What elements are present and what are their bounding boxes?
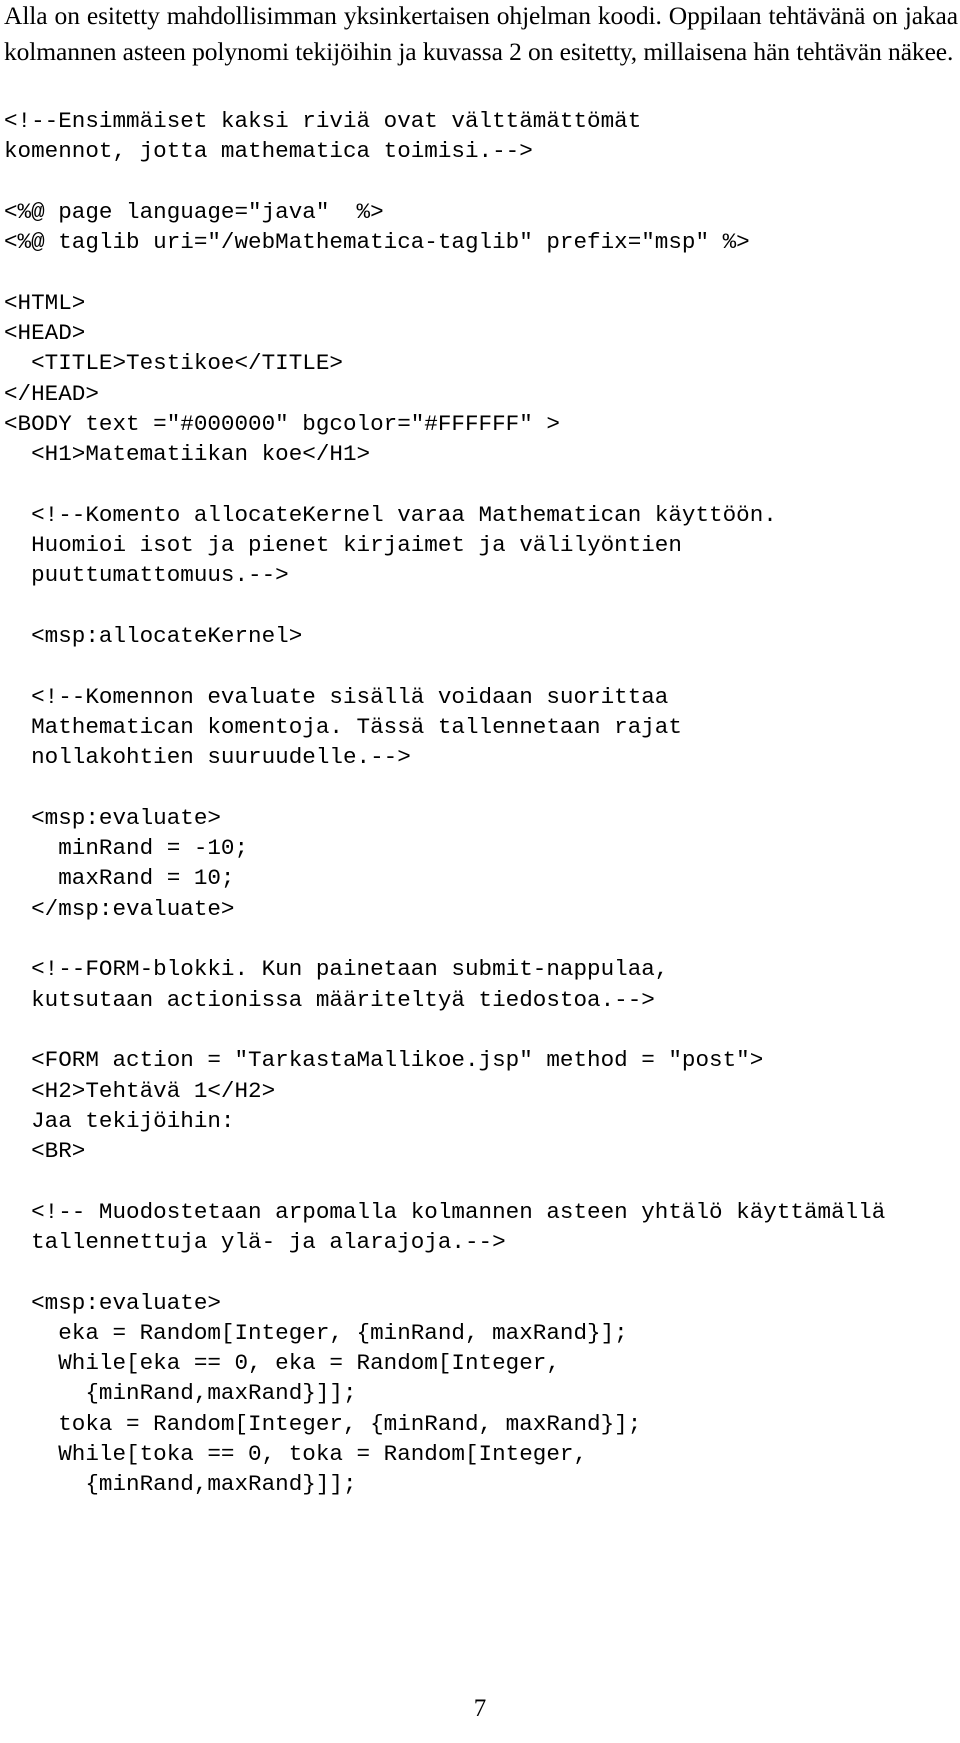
code-line: toka = Random[Integer, {minRand, maxRand… <box>4 1410 642 1437</box>
code-line: While[eka == 0, eka = Random[Integer, <box>4 1350 560 1377</box>
code-line: <msp:allocateKernel> <box>4 623 303 650</box>
code-line: <HEAD> <box>4 320 86 347</box>
code-line: <H1>Matematiikan koe</H1> <box>4 441 371 468</box>
page-number: 7 <box>473 1695 487 1722</box>
code-line: puuttumattomuus.--> <box>4 562 289 589</box>
intro-paragraph-block: Alla on esitetty mahdollisimman yksinker… <box>4 0 958 70</box>
document-page: Alla on esitetty mahdollisimman yksinker… <box>0 0 960 1743</box>
code-line: Jaa tekijöihin: <box>4 1107 235 1134</box>
code-line: <!-- Muodostetaan arpomalla kolmannen as… <box>4 1198 886 1225</box>
code-line: <!--Ensimmäiset kaksi riviä ovat välttäm… <box>4 108 642 134</box>
code-line: komennot, jotta mathematica toimisi.--> <box>4 138 533 165</box>
code-line: minRand = -10; <box>4 835 249 862</box>
code-line: <FORM action = "TarkastaMallikoe.jsp" me… <box>4 1047 764 1074</box>
code-line: <BODY text ="#000000" bgcolor="#FFFFFF" … <box>4 410 560 437</box>
code-line: <TITLE>Testikoe</TITLE> <box>4 350 343 377</box>
code-line: </HEAD> <box>4 380 99 407</box>
code-line: <HTML> <box>4 289 86 316</box>
code-line: nollakohtien suuruudelle.--> <box>4 744 411 771</box>
code-line: <msp:evaluate> <box>4 1289 221 1316</box>
code-line: {minRand,maxRand}]]; <box>4 1471 357 1498</box>
code-line: {minRand,maxRand}]]; <box>4 1380 357 1407</box>
code-listing: <!--Ensimmäiset kaksi riviä ovat välttäm… <box>4 106 956 1500</box>
code-line: </msp:evaluate> <box>4 895 235 922</box>
intro-paragraph-text: Alla on esitetty mahdollisimman yksinker… <box>4 1 958 66</box>
code-line: eka = Random[Integer, {minRand, maxRand}… <box>4 1319 628 1346</box>
code-line: <BR> <box>4 1138 86 1165</box>
code-line: <%@ page language="java" %> <box>4 198 384 225</box>
code-line: tallennettuja ylä- ja alarajoja.--> <box>4 1228 506 1255</box>
code-line: While[toka == 0, toka = Random[Integer, <box>4 1441 588 1468</box>
code-line: <H2>Tehtävä 1</H2> <box>4 1077 276 1104</box>
code-line: <%@ taglib uri="/webMathematica-taglib" … <box>4 229 750 256</box>
code-line: maxRand = 10; <box>4 865 235 892</box>
code-line: kutsutaan actionissa määriteltyä tiedost… <box>4 986 655 1013</box>
code-line: <!--Komennon evaluate sisällä voidaan su… <box>4 683 669 710</box>
code-line: Huomioi isot ja pienet kirjaimet ja väli… <box>4 532 682 559</box>
code-line: <msp:evaluate> <box>4 804 221 831</box>
code-line: <!--FORM-blokki. Kun painetaan submit-na… <box>4 956 669 983</box>
code-line: <!--Komento allocateKernel varaa Mathema… <box>4 501 777 528</box>
code-line: Mathematican komentoja. Tässä tallenneta… <box>4 713 682 740</box>
